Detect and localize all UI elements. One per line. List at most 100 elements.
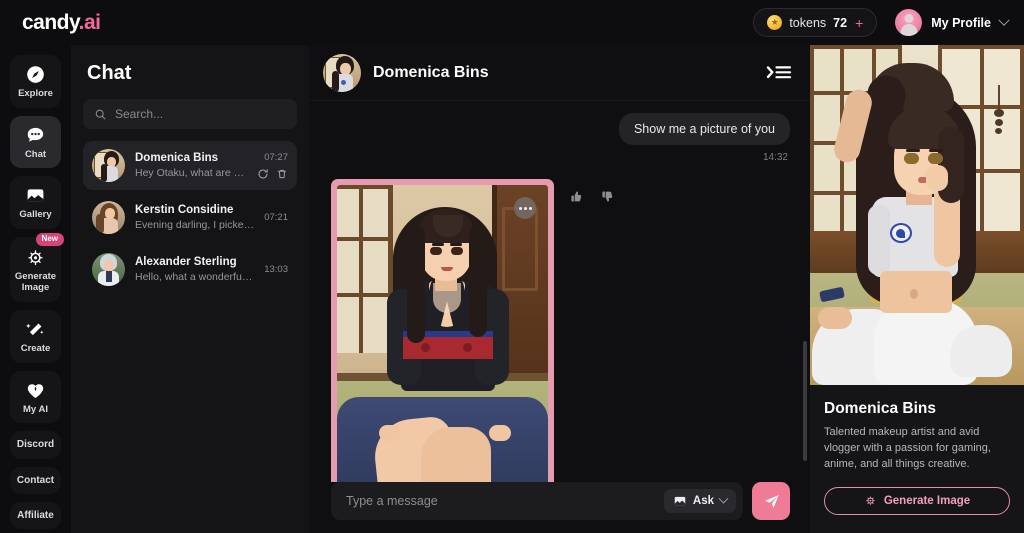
conversation-preview: Evening darling, I picked ... bbox=[135, 219, 255, 231]
conversation-text: Domenica Bins Hey Otaku, what are you... bbox=[135, 152, 247, 179]
message-row-user: Show me a picture of you bbox=[331, 113, 790, 145]
conversation-item-alexander-sterling[interactable]: Alexander Sterling Hello, what a wonderf… bbox=[83, 245, 297, 294]
sidebar-item-discord[interactable]: Discord bbox=[10, 431, 61, 459]
conversation-meta: 13:03 bbox=[264, 264, 288, 275]
compass-icon bbox=[27, 66, 44, 83]
message-row-assistant bbox=[331, 179, 790, 482]
avatar bbox=[92, 253, 125, 286]
app-body: Explore Chat Gallery New Generate Image … bbox=[0, 45, 1024, 533]
heart-icon bbox=[27, 383, 44, 398]
sidebar-item-my-ai[interactable]: My AI bbox=[10, 370, 61, 424]
brand-name-suffix: .ai bbox=[78, 10, 101, 34]
new-badge: New bbox=[35, 232, 64, 246]
chat-scrollbar[interactable] bbox=[803, 341, 807, 461]
trash-icon[interactable] bbox=[276, 168, 288, 180]
profile-menu[interactable]: My Profile bbox=[895, 9, 1010, 36]
chat-header: Domenica Bins bbox=[309, 45, 810, 101]
avatar bbox=[92, 149, 125, 182]
sidebar-item-label: Create bbox=[20, 343, 51, 355]
character-name: Domenica Bins bbox=[824, 400, 936, 417]
character-bio: Talented makeup artist and avid vlogger … bbox=[824, 426, 991, 470]
sidebar-item-chat[interactable]: Chat bbox=[10, 115, 61, 169]
sidebar-item-label: Affiliate bbox=[17, 509, 54, 521]
chat-partner-name: Domenica Bins bbox=[373, 63, 489, 81]
search-placeholder: Search... bbox=[115, 107, 164, 121]
more-options-icon[interactable] bbox=[514, 197, 536, 219]
gallery-image-icon bbox=[27, 189, 44, 202]
sidebar-item-gallery[interactable]: Gallery bbox=[10, 176, 61, 229]
sidebar-item-explore[interactable]: Explore bbox=[10, 55, 61, 108]
sidebar-item-label: Chat bbox=[24, 148, 47, 160]
send-paper-plane-icon bbox=[764, 494, 779, 508]
sidebar-item-create[interactable]: Create bbox=[10, 310, 61, 363]
composer-wrap: Type a message Ask bbox=[309, 482, 810, 533]
ask-label: Ask bbox=[692, 495, 714, 507]
image-icon bbox=[674, 496, 686, 506]
coin-icon: ★ bbox=[767, 15, 783, 30]
top-bar-right: ★ tokens 72 + My Profile bbox=[753, 8, 1010, 37]
sidebar-item-affiliate[interactable]: Affiliate bbox=[10, 501, 61, 529]
conversation-time: 07:27 bbox=[264, 151, 288, 163]
collapse-panel-icon[interactable] bbox=[766, 63, 792, 83]
sidebar-item-label: Discord bbox=[16, 439, 55, 451]
left-sidebar: Explore Chat Gallery New Generate Image … bbox=[0, 45, 71, 533]
sidebar-item-contact[interactable]: Contact bbox=[10, 466, 61, 494]
generate-image-icon bbox=[866, 496, 875, 506]
character-hero-image bbox=[810, 45, 1024, 385]
conversation-meta: 07:21 bbox=[264, 212, 288, 223]
tokens-button[interactable]: ★ tokens 72 + bbox=[753, 8, 878, 37]
ask-mode-dropdown[interactable]: Ask bbox=[663, 489, 736, 513]
conversation-list-panel: Chat Search... Domenica Bins Hey Otaku, … bbox=[71, 45, 309, 533]
profile-label: My Profile bbox=[931, 15, 991, 30]
chat-main-panel: Domenica Bins Show me a picture of you 1… bbox=[309, 45, 810, 533]
brand-logo[interactable]: candy.ai bbox=[22, 11, 101, 35]
conversation-name: Alexander Sterling bbox=[135, 256, 237, 268]
conversation-name: Domenica Bins bbox=[135, 152, 219, 164]
app-root: candy.ai ★ tokens 72 + My Profile Explor… bbox=[0, 0, 1024, 533]
thumbs-up-icon[interactable] bbox=[568, 189, 583, 204]
message-bubble: Show me a picture of you bbox=[618, 113, 790, 145]
top-bar: candy.ai ★ tokens 72 + My Profile bbox=[0, 0, 1024, 45]
chevron-down-icon bbox=[998, 14, 1010, 26]
thumbs-down-icon[interactable] bbox=[599, 189, 614, 204]
sidebar-item-label: Explore bbox=[18, 88, 53, 99]
search-icon bbox=[95, 109, 106, 119]
tokens-label: tokens bbox=[789, 15, 827, 30]
chevron-down-icon bbox=[718, 493, 729, 504]
brand-name-primary: candy bbox=[22, 10, 79, 34]
tokens-count: 72 bbox=[833, 15, 848, 30]
message-input[interactable]: Type a message Ask bbox=[331, 482, 743, 520]
conversation-item-domenica-bins[interactable]: Domenica Bins Hey Otaku, what are you...… bbox=[83, 141, 297, 190]
conversation-meta: 07:27 bbox=[257, 152, 288, 180]
sidebar-item-label: Contact bbox=[16, 474, 55, 486]
character-profile-card: Domenica Bins Talented makeup artist and… bbox=[810, 385, 1024, 533]
generated-image-message[interactable] bbox=[331, 179, 554, 482]
generated-image bbox=[337, 185, 548, 482]
generate-image-icon bbox=[28, 250, 43, 266]
send-button[interactable] bbox=[752, 482, 790, 520]
sidebar-item-generate-image[interactable]: New Generate Image bbox=[10, 232, 64, 303]
sidebar-item-label: My AI bbox=[23, 403, 48, 415]
conversation-preview: Hello, what a wonderful d... bbox=[135, 271, 255, 283]
page-title: Chat bbox=[87, 62, 132, 84]
conversation-text: Alexander Sterling Hello, what a wonderf… bbox=[135, 256, 254, 283]
conversation-time: 13:03 bbox=[264, 264, 288, 275]
user-avatar bbox=[895, 9, 923, 36]
sidebar-item-label: Generate Image bbox=[14, 270, 57, 293]
conversation-time: 07:21 bbox=[264, 212, 288, 223]
search-input[interactable]: Search... bbox=[83, 99, 297, 129]
message-composer: Type a message Ask bbox=[331, 482, 790, 520]
sidebar-item-label: Gallery bbox=[19, 209, 52, 221]
conversation-item-kerstin-considine[interactable]: Kerstin Considine Evening darling, I pic… bbox=[83, 193, 297, 242]
avatar bbox=[92, 201, 125, 234]
message-timestamp: 14:32 bbox=[762, 152, 788, 163]
generate-image-button[interactable]: Generate Image bbox=[824, 486, 1010, 515]
message-placeholder: Type a message bbox=[346, 494, 438, 508]
refresh-icon[interactable] bbox=[257, 168, 269, 180]
message-list[interactable]: Show me a picture of you 14:32 bbox=[309, 101, 810, 482]
avatar[interactable] bbox=[323, 53, 361, 92]
conversation-actions bbox=[257, 168, 288, 180]
add-tokens-icon[interactable]: + bbox=[855, 16, 863, 30]
chat-bubble-icon bbox=[27, 127, 44, 142]
magic-wand-icon bbox=[26, 323, 44, 336]
